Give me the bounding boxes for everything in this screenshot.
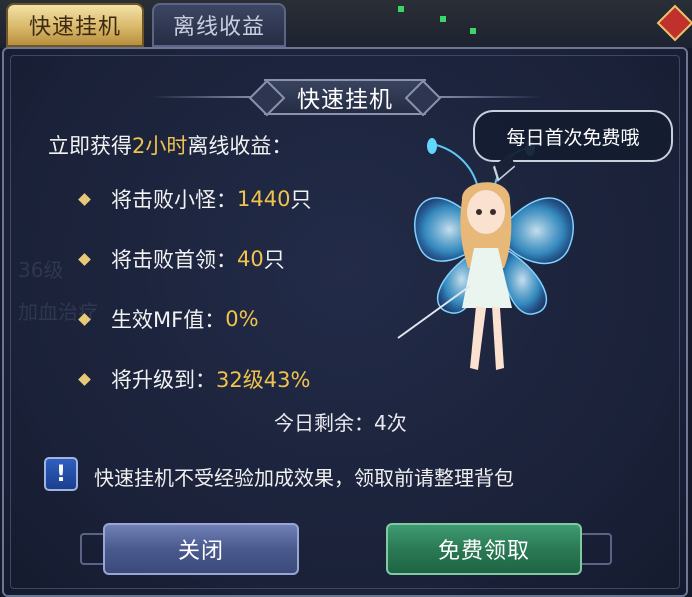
row-value: 0% xyxy=(225,307,259,331)
row-label: 将击败小怪： xyxy=(111,188,237,212)
row-value: 40 xyxy=(237,247,264,271)
title-deco-left xyxy=(150,96,260,98)
dialog-title: 快速挂机 xyxy=(297,87,393,113)
row-label: 生效MF值： xyxy=(111,308,226,332)
row-unit: 只 xyxy=(290,188,312,212)
title-deco-right xyxy=(432,96,542,98)
free-claim-button-label: 免费领取 xyxy=(437,539,530,564)
diamond-bullet-icon xyxy=(78,372,91,386)
notice-text: 快速挂机不受经验加成效果，领取前请整理背包 xyxy=(94,466,514,490)
row-unit: 只 xyxy=(263,248,285,272)
diamond-bullet-icon xyxy=(78,312,91,326)
row-value: 1440 xyxy=(237,187,291,211)
tab-quick-idle-label: 快速挂机 xyxy=(28,15,121,40)
reward-row-mf: 生效MF值： 0% xyxy=(76,304,259,334)
decoration-dot xyxy=(398,6,404,12)
speech-bubble-text: 每日首次免费哦 xyxy=(506,126,640,149)
decoration-dot xyxy=(440,16,446,22)
exclamation-icon: ! xyxy=(44,457,78,491)
fairy-character xyxy=(397,138,574,370)
intro-text: 立即获得2小时离线收益： xyxy=(48,134,293,158)
tab-offline-earnings-label: 离线收益 xyxy=(172,15,265,40)
background-ghost-text: 36级 xyxy=(18,258,64,282)
tab-offline-earnings[interactable]: 离线收益 xyxy=(152,3,286,47)
decoration-dot xyxy=(470,28,476,34)
remaining-count: 今日剩余：4次 xyxy=(274,411,407,435)
intro-highlight: 2小时 xyxy=(132,134,188,158)
reward-row-bosses: 将击败首领： 40 只 xyxy=(76,244,285,274)
diamond-bullet-icon xyxy=(78,192,91,206)
free-claim-button[interactable]: 免费领取 xyxy=(386,523,582,575)
row-label: 将升级到： xyxy=(111,368,216,392)
claim-button-ornament xyxy=(582,533,612,565)
row-value: 32级43% xyxy=(216,368,311,392)
reward-row-level: 将升级到： 32级43% xyxy=(76,364,310,394)
close-button-label: 关闭 xyxy=(177,539,224,564)
dialog-title-plate: 快速挂机 xyxy=(248,75,442,119)
diamond-bullet-icon xyxy=(78,252,91,266)
row-label: 将击败首领： xyxy=(111,248,237,272)
reward-row-minions: 将击败小怪： 1440 只 xyxy=(76,184,311,214)
speech-bubble: 每日首次免费哦 xyxy=(473,110,673,162)
tab-quick-idle[interactable]: 快速挂机 xyxy=(6,3,144,47)
close-button[interactable]: 关闭 xyxy=(103,523,299,575)
